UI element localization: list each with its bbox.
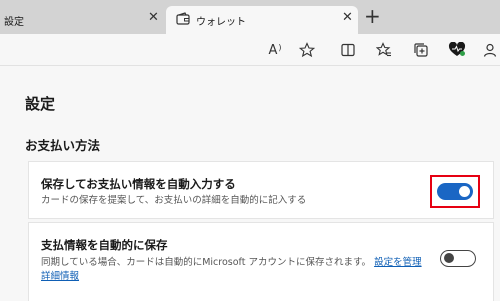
autosave-description-text: 同期している場合、カードは自動的にMicrosoft アカウントに保存されます。 [41,257,372,268]
read-aloud-icon[interactable]: A) [266,41,284,59]
section-title: お支払い方法 [25,138,101,153]
autofill-payment-description: カードの保存を提案して、お支払いの詳細を自動的に記入する [41,195,307,206]
tab-strip: 設定 ✕ ウォレット ✕ + [0,0,500,34]
browser-essentials-icon[interactable] [448,41,466,59]
tab-wallet[interactable]: ウォレット ✕ [166,6,358,34]
learn-more-link[interactable]: 詳細情報 [41,271,79,282]
autofill-payment-toggle[interactable] [437,183,473,200]
autofill-payment-title: 保存してお支払い情報を自動入力する [41,177,236,191]
settings-content: 設定 お支払い方法 保存してお支払い情報を自動入力する カードの保存を提案して、… [0,67,500,301]
autosave-payment-setting: 支払情報を自動的に保存 同期している場合、カードは自動的にMicrosoft ア… [28,222,494,301]
toggle-knob [444,253,454,263]
wallet-icon [176,12,190,25]
tab-wallet-close-icon[interactable]: ✕ [342,11,353,25]
favorites-icon[interactable] [375,41,393,59]
read-aloud-glyph: A [268,42,278,58]
split-screen-icon[interactable] [339,41,357,59]
manage-settings-link[interactable]: 設定を管理 [374,257,422,268]
tab-settings-label: 設定 [4,17,24,28]
tab-settings-close-icon[interactable]: ✕ [148,11,159,25]
autofill-payment-setting: 保存してお支払い情報を自動入力する カードの保存を提案して、お支払いの詳細を自動… [28,161,494,219]
browser-toolbar: A) [0,34,500,66]
autosave-payment-toggle[interactable] [440,250,476,267]
tab-wallet-label: ウォレット [196,17,246,28]
tab-settings[interactable]: 設定 ✕ [0,6,165,34]
page-title: 設定 [25,95,56,113]
toggle-knob [459,186,470,197]
collections-icon[interactable] [412,41,430,59]
autosave-payment-title: 支払情報を自動的に保存 [41,238,168,252]
profile-icon[interactable] [481,41,499,59]
favorite-star-icon[interactable] [298,41,316,59]
autosave-payment-description: 同期している場合、カードは自動的にMicrosoft アカウントに保存されます。… [41,256,422,284]
new-tab-button[interactable]: + [364,6,381,26]
